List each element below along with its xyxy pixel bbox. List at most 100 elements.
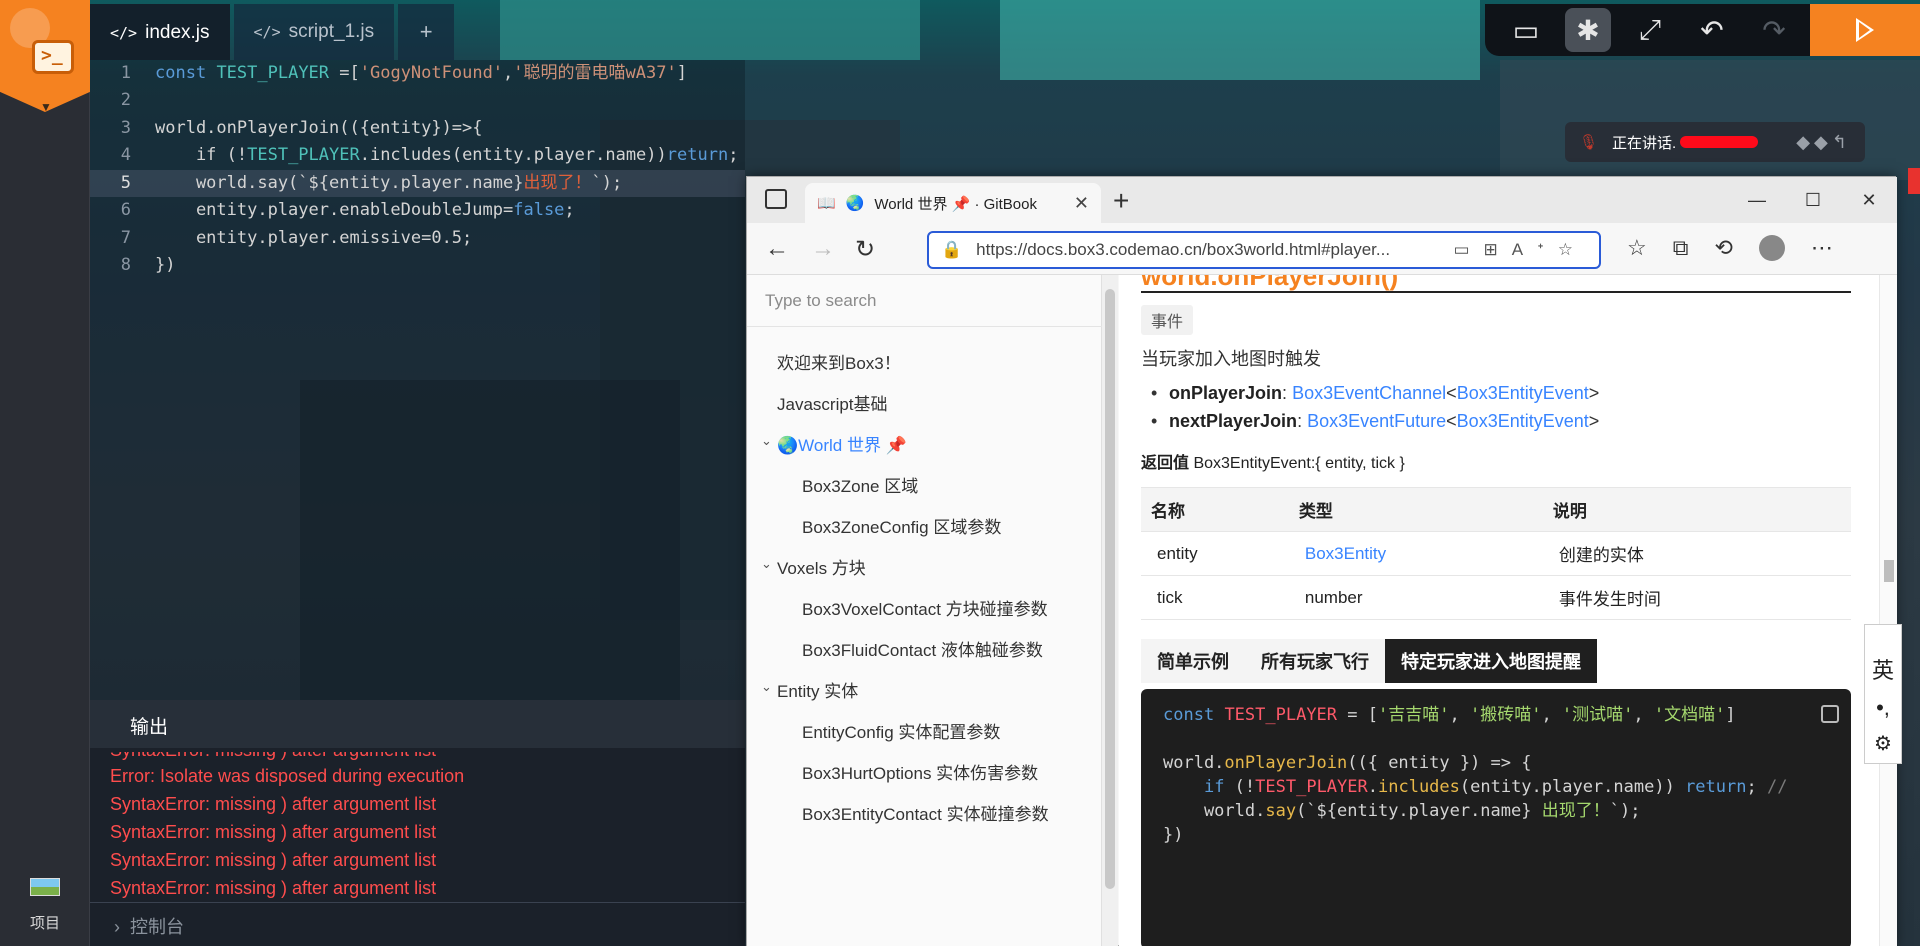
profile-avatar[interactable]	[1758, 235, 1785, 261]
sidebar-item[interactable]: Box3Zone 区域	[802, 472, 918, 497]
sidebar-item[interactable]: Box3HurtOptions 实体伤害参数	[802, 759, 1038, 784]
caret-down-icon[interactable]: ▼	[40, 100, 52, 114]
sidebar-item-world[interactable]: 🌏World 世界 📌	[777, 431, 907, 456]
code-token: false	[513, 200, 565, 220]
content-scrollbar[interactable]	[1879, 275, 1897, 946]
code-token: world.say(`${entity.player.name}	[155, 173, 524, 193]
undo-icon[interactable]: ↶	[1689, 8, 1735, 52]
code-line[interactable]: 6 entity.player.enableDoubleJump=false;	[90, 197, 745, 224]
close-window-icon[interactable]: ✕	[1841, 177, 1897, 223]
history-icon[interactable]: ⟲	[1714, 235, 1732, 261]
code-token: 出现了！	[1541, 801, 1610, 821]
browser-tab[interactable]: 📖 🌏 World 世界 📌 · GitBook ✕	[805, 183, 1101, 223]
window-edge-marker	[1908, 168, 1920, 194]
bug-icon[interactable]: ✱	[1565, 8, 1611, 52]
code-token: =[	[329, 63, 360, 83]
code-line[interactable]: 7 entity.player.emissive=0.5;	[90, 225, 745, 252]
type-link[interactable]: Box3EventFuture	[1307, 411, 1446, 431]
output-panel: 输出 SyntaxError: missing ) after argument…	[90, 700, 745, 946]
bracket: >	[1588, 411, 1600, 431]
tab-script-1-js[interactable]: </> script_1.js	[233, 4, 395, 60]
sidebar-item[interactable]: Box3ZoneConfig 区域参数	[802, 513, 1001, 538]
redo-icon[interactable]: ↷	[1751, 8, 1797, 52]
code-token: includes	[1378, 777, 1460, 797]
address-bar[interactable]: 🔒 https://docs.box3.codemao.cn/box3world…	[927, 231, 1601, 269]
code-line[interactable]: 3 world.onPlayerJoin(({entity})=>{	[90, 115, 745, 142]
sidebar-item[interactable]: EntityConfig 实体配置参数	[802, 718, 1000, 743]
code-token: `);	[591, 173, 623, 193]
search-input[interactable]: Type to search	[747, 275, 1102, 327]
voice-controls-icon[interactable]: ◆◆↰	[1796, 132, 1851, 153]
sidebar-scrollbar[interactable]	[1102, 275, 1118, 946]
output-line: SyntaxError: missing ) after argument li…	[110, 794, 437, 814]
minimize-icon[interactable]: —	[1729, 177, 1785, 223]
add-tab-button[interactable]: +	[398, 4, 455, 60]
gear-icon[interactable]: ⚙	[1874, 731, 1892, 756]
api-name: nextPlayerJoin	[1169, 411, 1298, 431]
code-token: (({ entity }) => {	[1347, 753, 1532, 773]
code-line[interactable]: 8})	[90, 252, 745, 279]
api-name: onPlayerJoin	[1169, 383, 1283, 403]
back-icon[interactable]: ←	[765, 235, 789, 263]
reload-icon[interactable]: ↻	[855, 235, 875, 264]
code-token: '测试喵'	[1561, 705, 1634, 725]
type-link[interactable]: Box3Entity	[1288, 531, 1543, 576]
type-link[interactable]: Box3EntityEvent	[1457, 383, 1589, 403]
sidebar-item[interactable]: Javascript基础	[777, 390, 888, 415]
maximize-icon[interactable]: ☐	[1785, 177, 1841, 223]
chevron-down-icon[interactable]: ⌄	[761, 679, 772, 695]
tab-actions-icon[interactable]	[765, 189, 787, 209]
sidebar-item[interactable]: 欢迎来到Box3！	[777, 349, 901, 374]
code-line[interactable]: 1 const TEST_PLAYER =['GogyNotFound','聪明的…	[90, 60, 745, 87]
address-bar-actions-icon[interactable]: ▭⊞Aᐩ☆	[1453, 240, 1587, 260]
bracket: <	[1446, 383, 1457, 403]
ime-punctuation-toggle[interactable]: •,	[1876, 695, 1890, 721]
more-icon[interactable]: ⋯	[1811, 235, 1833, 261]
example-tab-active[interactable]: 特定玩家进入地图提醒	[1385, 639, 1597, 683]
console-toggle[interactable]: › 控制台	[90, 902, 745, 946]
background-block	[1000, 0, 1480, 80]
run-button[interactable]	[1810, 4, 1920, 56]
expand-icon[interactable]: ⤢	[1627, 8, 1673, 52]
sidebar-item[interactable]: Entity 实体	[777, 677, 858, 702]
chat-icon[interactable]: ▭	[1503, 8, 1549, 52]
reader-icon[interactable]: 📖	[817, 194, 836, 212]
chevron-down-icon[interactable]: ⌄	[761, 556, 772, 572]
sidebar-item[interactable]: Box3EntityContact 实体碰撞参数	[802, 800, 1049, 825]
forward-icon[interactable]: →	[811, 235, 835, 263]
line-number: 5	[120, 173, 131, 193]
sidebar-item[interactable]: Voxels 方块	[777, 554, 866, 579]
ime-toolbar: 英 •, ⚙	[1864, 624, 1902, 764]
ime-language-toggle[interactable]: 英	[1872, 653, 1894, 685]
tab-index-js[interactable]: </> index.js	[90, 4, 230, 60]
copy-icon[interactable]	[1821, 705, 1839, 723]
type-link[interactable]: Box3EventChannel	[1292, 383, 1446, 403]
code-line[interactable]: 4 if (!TEST_PLAYER.includes(entity.playe…	[90, 142, 745, 169]
code-token: })	[1163, 825, 1184, 845]
example-tab[interactable]: 所有玩家飞行	[1245, 639, 1385, 683]
example-tab[interactable]: 简单示例	[1141, 639, 1245, 683]
output-title: 输出	[130, 717, 169, 738]
code-editor[interactable]: 1 const TEST_PLAYER =['GogyNotFound','聪明的…	[90, 60, 745, 700]
chevron-down-icon[interactable]: ⌄	[761, 433, 772, 449]
type-link[interactable]: Box3EntityEvent	[1457, 411, 1589, 431]
close-tab-icon[interactable]: ✕	[1074, 193, 1089, 214]
scrollbar-thumb[interactable]	[1105, 289, 1115, 889]
collections-icon[interactable]: ⧉	[1673, 235, 1689, 261]
sidebar-item[interactable]: Box3VoxelContact 方块碰撞参数	[802, 595, 1048, 620]
new-tab-button[interactable]: +	[1113, 185, 1129, 217]
console-label: 控制台	[130, 917, 185, 937]
browser-titlebar: 📖 🌏 World 世界 📌 · GitBook ✕ + — ☐ ✕	[747, 177, 1897, 223]
scrollbar-thumb[interactable]	[1884, 560, 1894, 582]
code-token: `);	[1609, 801, 1641, 821]
favorites-icon[interactable]: ☆	[1627, 235, 1647, 261]
code-token: //	[1766, 777, 1788, 797]
app-logo[interactable]: >_	[0, 0, 90, 112]
project-button[interactable]: 项目	[0, 872, 90, 942]
code-line-current[interactable]: 5 world.say(`${entity.player.name}出现了！`)…	[90, 170, 745, 197]
code-line[interactable]: 2	[90, 87, 745, 114]
table-cell: entity	[1141, 531, 1289, 576]
redacted-name	[1680, 136, 1759, 148]
mic-muted-icon[interactable]: 🎙	[1579, 133, 1598, 151]
sidebar-item[interactable]: Box3FluidContact 液体触碰参数	[802, 636, 1043, 661]
